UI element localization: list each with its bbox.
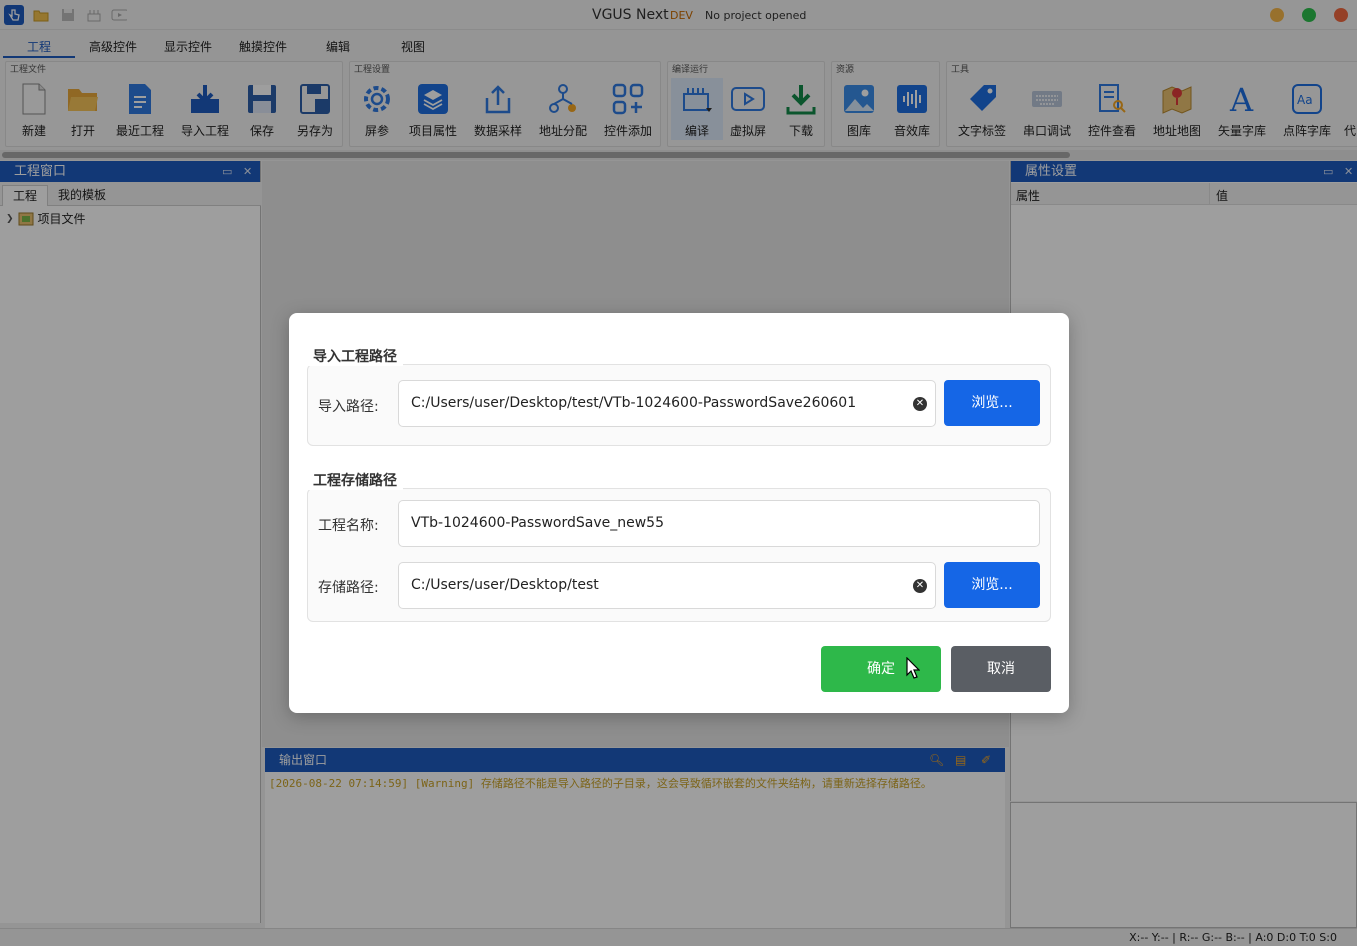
import-path-label: 导入路径: <box>318 399 379 415</box>
save-path-section: 工程名称: VTb-1024600-PasswordSave_new55 存储路… <box>307 488 1051 622</box>
import-path-input[interactable]: C:/Users/user/Desktop/test/VTb-1024600-P… <box>398 380 936 427</box>
import-project-dialog: 导入路径: C:/Users/user/Desktop/test/VTb-102… <box>289 313 1069 713</box>
import-path-section: 导入路径: C:/Users/user/Desktop/test/VTb-102… <box>307 364 1051 446</box>
import-section-legend: 导入工程路径 <box>307 346 403 366</box>
project-name-label: 工程名称: <box>318 518 379 534</box>
save-path-label: 存储路径: <box>318 580 379 596</box>
save-browse-button[interactable]: 浏览... <box>944 562 1040 608</box>
save-path-value: C:/Users/user/Desktop/test <box>411 577 599 593</box>
import-path-value: C:/Users/user/Desktop/test/VTb-1024600-P… <box>411 395 857 411</box>
mouse-cursor-icon <box>906 657 920 679</box>
clear-icon[interactable]: ✕ <box>913 397 927 411</box>
confirm-button[interactable]: 确定 <box>821 646 941 692</box>
save-path-input[interactable]: C:/Users/user/Desktop/test ✕ <box>398 562 936 609</box>
clear-icon[interactable]: ✕ <box>913 579 927 593</box>
project-name-value: VTb-1024600-PasswordSave_new55 <box>411 515 664 531</box>
import-browse-button[interactable]: 浏览... <box>944 380 1040 426</box>
project-name-input[interactable]: VTb-1024600-PasswordSave_new55 <box>398 500 1040 547</box>
cancel-button[interactable]: 取消 <box>951 646 1051 692</box>
save-section-legend: 工程存储路径 <box>307 470 403 490</box>
